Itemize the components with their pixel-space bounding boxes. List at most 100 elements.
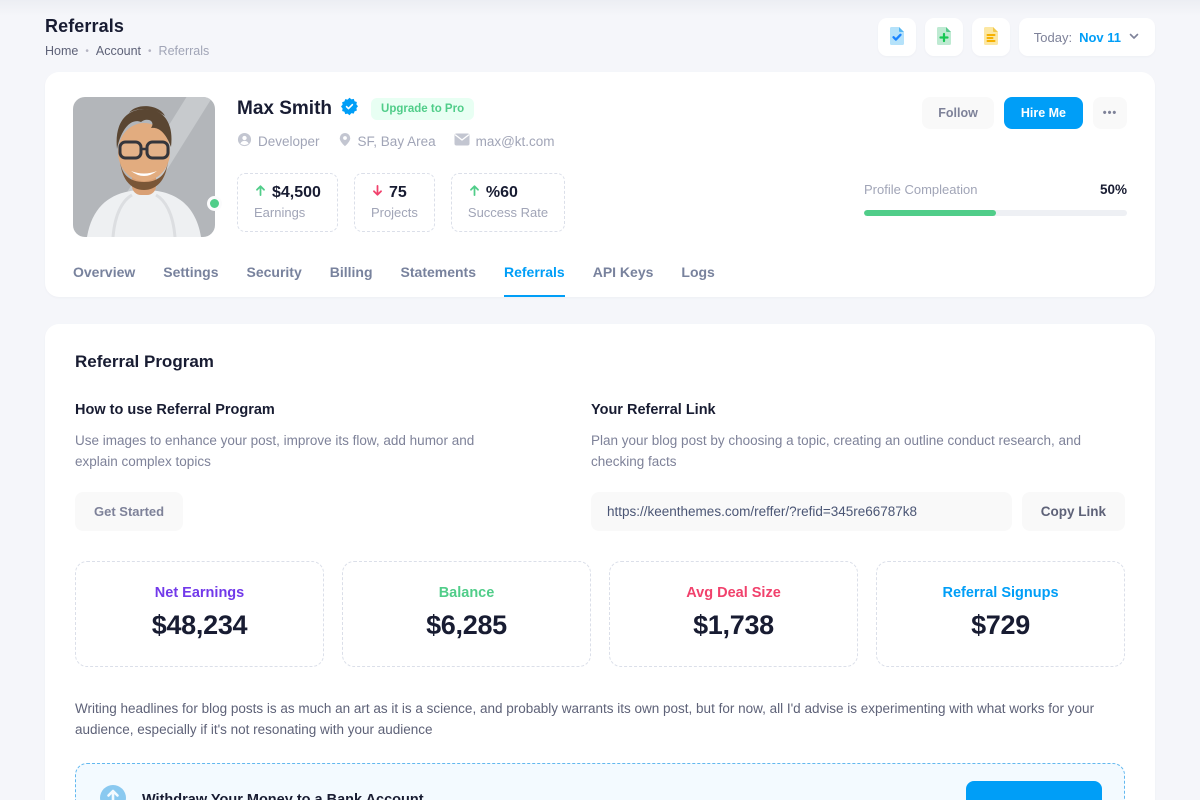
tab-referrals[interactable]: Referrals [504,264,565,297]
stat-success-label: Success Rate [468,205,548,220]
profile-tabs: Overview Settings Security Billing State… [73,264,1127,297]
stat-earnings-label: Earnings [254,205,321,220]
file-check-button[interactable] [878,18,916,56]
balance-label: Balance [353,585,580,601]
breadcrumb-separator: • [85,46,89,57]
verified-badge-icon [340,97,359,121]
referral-link-description: Plan your blog post by choosing a topic,… [591,431,1125,473]
meta-role: Developer [237,132,320,150]
profile-stats: $4,500 Earnings 75 Projects [237,173,565,232]
identity-block: Max Smith Upgrade to Pro Developer [237,97,555,150]
tab-api-keys[interactable]: API Keys [593,264,654,297]
get-started-button[interactable]: Get Started [75,492,183,531]
hire-me-button[interactable]: Hire Me [1004,97,1083,129]
meta-location-label: SF, Bay Area [358,134,436,149]
more-options-button[interactable]: ••• [1093,97,1127,129]
arrow-up-icon [468,184,481,202]
progress-percent: 50% [1100,182,1127,197]
chevron-down-icon [1128,30,1140,45]
avg-deal-size-label: Avg Deal Size [620,585,847,601]
file-lines-button[interactable] [972,18,1010,56]
location-icon [338,132,352,150]
referral-signups-value: $729 [887,610,1114,641]
online-status-dot [207,196,222,211]
how-to-column: How to use Referral Program Use images t… [75,402,515,531]
stat-projects-value: 75 [389,184,407,202]
copy-link-button[interactable]: Copy Link [1022,492,1125,531]
profile-top: Max Smith Upgrade to Pro Developer [73,97,1127,237]
profile-meta: Developer SF, Bay Area max [237,132,555,150]
stat-balance: Balance $6,285 [342,561,591,667]
header-left: Referrals Home • Account • Referrals [45,16,209,58]
tab-settings[interactable]: Settings [163,264,218,297]
breadcrumb-current: Referrals [159,44,210,58]
person-icon [237,132,252,150]
stat-avg-deal-size: Avg Deal Size $1,738 [609,561,858,667]
tab-logs[interactable]: Logs [681,264,714,297]
profile-card: Max Smith Upgrade to Pro Developer [45,72,1155,297]
section-title: Referral Program [75,352,1125,372]
follow-button[interactable]: Follow [922,97,994,129]
withdraw-button[interactable] [966,781,1102,800]
date-label: Today: [1034,30,1072,45]
avatar-wrap [73,97,215,237]
stat-referral-signups: Referral Signups $729 [876,561,1125,667]
breadcrumb-separator: • [148,46,152,57]
referral-signups-label: Referral Signups [887,585,1114,601]
referral-link-input[interactable] [591,492,1012,531]
withdraw-banner-title: Withdraw Your Money to a Bank Account [142,792,424,800]
stat-projects: 75 Projects [354,173,435,232]
profile-actions: Follow Hire Me ••• [922,97,1127,129]
user-name: Max Smith [237,98,332,120]
breadcrumb-home[interactable]: Home [45,44,78,58]
progress-label: Profile Compleation [864,182,977,197]
arrow-down-icon [371,184,384,202]
arrow-up-icon [254,184,267,202]
file-lines-icon [980,25,1002,50]
stat-net-earnings: Net Earnings $48,234 [75,561,324,667]
stat-projects-label: Projects [371,205,418,220]
avg-deal-size-value: $1,738 [620,610,847,641]
referral-note: Writing headlines for blog posts is as m… [75,698,1125,741]
breadcrumb: Home • Account • Referrals [45,44,209,58]
breadcrumb-account[interactable]: Account [96,44,141,58]
tab-overview[interactable]: Overview [73,264,135,297]
referral-link-heading: Your Referral Link [591,402,1125,418]
net-earnings-value: $48,234 [86,610,313,641]
page-header: Referrals Home • Account • Referrals Tod… [0,0,1200,72]
referral-link-column: Your Referral Link Plan your blog post b… [591,402,1125,531]
email-icon [454,133,470,149]
progress-fill [864,210,996,216]
date-value: Nov 11 [1079,30,1121,45]
toolbar: Today: Nov 11 [878,18,1155,56]
avatar [73,97,215,237]
referral-program-card: Referral Program How to use Referral Pro… [45,324,1155,800]
how-to-heading: How to use Referral Program [75,402,515,418]
file-plus-button[interactable] [925,18,963,56]
meta-email-label: max@kt.com [476,134,555,149]
meta-email: max@kt.com [454,132,555,150]
balance-value: $6,285 [353,610,580,641]
profile-completion: Profile Compleation 50% [864,182,1127,232]
meta-role-label: Developer [258,134,320,149]
tab-security[interactable]: Security [247,264,302,297]
date-picker-button[interactable]: Today: Nov 11 [1019,18,1155,56]
file-plus-icon [933,25,955,50]
stat-earnings-value: $4,500 [272,184,321,202]
upgrade-pro-badge[interactable]: Upgrade to Pro [371,98,474,120]
stat-earnings: $4,500 Earnings [237,173,338,232]
meta-location: SF, Bay Area [338,132,436,150]
referral-stats: Net Earnings $48,234 Balance $6,285 Avg … [75,561,1125,667]
how-to-description: Use images to enhance your post, improve… [75,431,515,473]
profile-main: Max Smith Upgrade to Pro Developer [237,97,1127,237]
stat-success-value: %60 [486,184,518,202]
page-title: Referrals [45,16,209,37]
stat-success-rate: %60 Success Rate [451,173,565,232]
progress-track [864,210,1127,216]
withdraw-banner: Withdraw Your Money to a Bank Account [75,763,1125,800]
tab-billing[interactable]: Billing [330,264,373,297]
tab-statements[interactable]: Statements [401,264,476,297]
money-icon [98,783,128,800]
file-check-icon [886,25,908,50]
net-earnings-label: Net Earnings [86,585,313,601]
